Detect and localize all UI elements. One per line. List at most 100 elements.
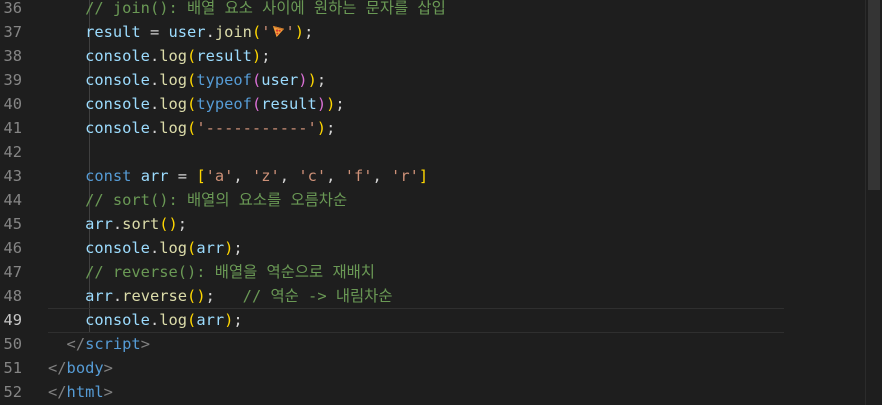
code-line[interactable]: 49 console.log(arr);	[0, 308, 866, 333]
pizza-icon	[272, 25, 284, 38]
code-token: '	[261, 23, 271, 41]
code-text[interactable]: arr.reverse(); // 역순 -> 내림차순	[48, 284, 392, 308]
code-text[interactable]: // sort(): 배열의 요소를 오름차순	[48, 188, 347, 212]
code-text[interactable]: const arr = ['a', 'z', 'c', 'f', 'r']	[48, 164, 428, 188]
code-token: ;	[233, 239, 243, 257]
code-line[interactable]: 45 arr.sort();	[0, 212, 866, 236]
code-text[interactable]: console.log(result);	[48, 44, 271, 68]
code-line[interactable]: 48 arr.reverse(); // 역순 -> 내림차순	[0, 284, 866, 308]
code-text[interactable]: // join(): 배열 요소 사이에 원하는 문자를 삽입	[48, 0, 446, 20]
code-token: )	[251, 47, 262, 65]
code-token: ;	[177, 215, 188, 233]
code-token: arr	[85, 215, 113, 233]
line-number: 39	[3, 71, 22, 89]
code-token: ;	[205, 287, 243, 305]
code-token: .	[149, 95, 160, 113]
code-line[interactable]: 46 console.log(arr);	[0, 236, 866, 260]
code-token: user	[261, 71, 299, 89]
code-token: ,	[372, 167, 392, 185]
code-token: )	[298, 71, 308, 89]
line-number: 46	[3, 239, 22, 257]
vertical-scrollbar[interactable]	[865, 0, 882, 405]
code-token: )	[307, 71, 317, 89]
code-token: arr	[85, 287, 113, 305]
code-token: )	[316, 119, 327, 137]
code-token: log	[159, 311, 188, 329]
code-token: =	[140, 23, 169, 41]
code-text[interactable]: result = user.join(' ');	[48, 20, 313, 44]
code-lines-container[interactable]: 36 // join(): 배열 요소 사이에 원하는 문자를 삽입 37 res…	[0, 0, 866, 404]
code-token: html	[66, 383, 104, 401]
code-line[interactable]: 39 console.log(typeof(user));	[0, 68, 866, 92]
code-line[interactable]: 37 result = user.join(' ');	[0, 20, 866, 44]
line-number: 49	[3, 311, 22, 329]
code-token: '-----------'	[196, 119, 317, 137]
code-token: >	[103, 359, 113, 377]
code-token: const	[85, 167, 132, 185]
code-token: console	[85, 311, 150, 329]
code-token: result	[196, 47, 252, 65]
code-text[interactable]: console.log(arr);	[48, 308, 243, 332]
code-token: 'z'	[251, 167, 280, 185]
code-line[interactable]: 41 console.log('-----------');	[0, 116, 866, 140]
code-token: console	[85, 95, 150, 113]
code-token: // reverse(): 배열을 역순으로 재배치	[85, 263, 375, 281]
line-number: 41	[3, 119, 22, 137]
code-token: ()	[187, 287, 206, 305]
code-token: </	[48, 359, 67, 377]
scrollbar-thumb[interactable]	[868, 0, 880, 190]
code-token: ,	[326, 167, 345, 185]
code-token: 'a'	[205, 167, 234, 185]
code-token: arr	[140, 167, 169, 185]
code-token: )	[316, 95, 327, 113]
code-token: console	[85, 239, 150, 257]
code-token: ;	[233, 311, 243, 329]
code-token: (	[187, 47, 197, 65]
code-text[interactable]: // reverse(): 배열을 역순으로 재배치	[48, 260, 375, 284]
code-line[interactable]: 42	[0, 140, 866, 164]
code-token: (	[251, 71, 262, 89]
code-token: sort	[122, 215, 160, 233]
code-line[interactable]: 38 console.log(result);	[0, 44, 866, 68]
code-text[interactable]: console.log(arr);	[48, 236, 243, 260]
code-line[interactable]: 40 console.log(typeof(result));	[0, 92, 866, 116]
code-token: console	[85, 119, 150, 137]
code-token: >	[140, 335, 150, 353]
code-token: // join(): 배열 요소 사이에 원하는 문자를 삽입	[85, 0, 446, 17]
code-token: .	[112, 287, 123, 305]
code-line[interactable]: 52 </html>	[0, 380, 866, 404]
code-editor[interactable]: 36 // join(): 배열 요소 사이에 원하는 문자를 삽입 37 res…	[0, 0, 882, 405]
code-line[interactable]: 44 // sort(): 배열의 요소를 오름차순	[0, 188, 866, 212]
line-number: 50	[3, 335, 22, 353]
code-text[interactable]: </html>	[48, 380, 113, 404]
code-text[interactable]: </script>	[48, 332, 150, 356]
code-token: )	[326, 95, 336, 113]
code-line[interactable]: 50 </script>	[0, 332, 866, 356]
line-number: 45	[3, 215, 22, 233]
code-token: .	[149, 119, 160, 137]
code-token: // sort(): 배열의 요소를 오름차순	[85, 191, 348, 209]
code-token: .	[149, 311, 160, 329]
code-text[interactable]: console.log('-----------');	[48, 116, 335, 140]
code-line[interactable]: 36 // join(): 배열 요소 사이에 원하는 문자를 삽입	[0, 0, 866, 20]
code-text[interactable]: </body>	[48, 356, 113, 380]
code-token: .	[149, 71, 160, 89]
code-text[interactable]: arr.sort();	[48, 212, 187, 236]
code-token: ,	[279, 167, 299, 185]
code-token: ;	[316, 71, 327, 89]
code-token: script	[85, 335, 141, 353]
code-line[interactable]: 47 // reverse(): 배열을 역순으로 재배치	[0, 260, 866, 284]
code-line[interactable]: 51 </body>	[0, 356, 866, 380]
code-text[interactable]: console.log(typeof(result));	[48, 92, 345, 116]
line-number: 47	[3, 263, 22, 281]
code-token: join	[214, 23, 252, 41]
code-token: ;	[261, 47, 271, 65]
code-line[interactable]: 43 const arr = ['a', 'z', 'c', 'f', 'r']	[0, 164, 866, 188]
code-text[interactable]: console.log(typeof(user));	[48, 68, 326, 92]
